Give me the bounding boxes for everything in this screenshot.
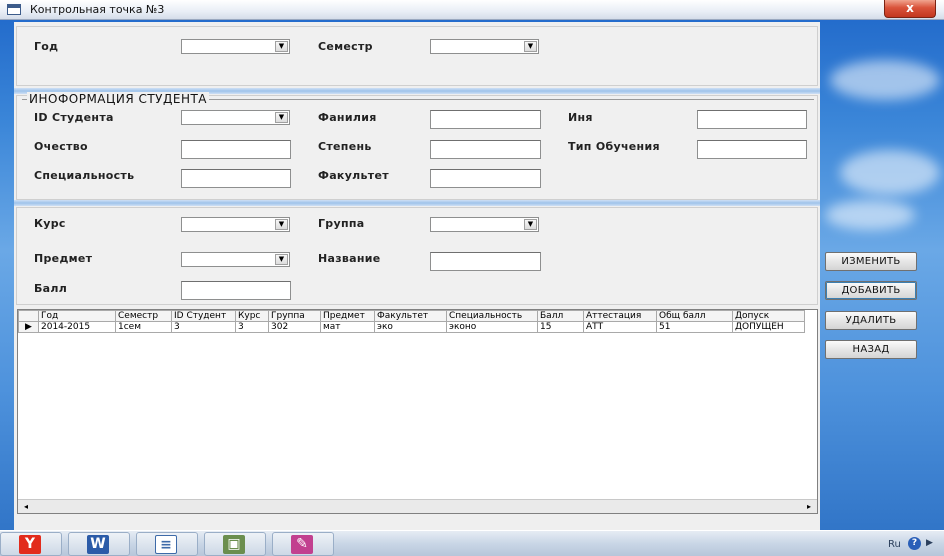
semester-select[interactable]: ▼: [430, 39, 539, 54]
subject-label: Предмет: [34, 252, 93, 265]
column-header[interactable]: Балл: [537, 310, 584, 322]
add-button[interactable]: ДОБАВИТЬ: [825, 281, 917, 300]
specialty-label: Специальность: [34, 169, 135, 182]
column-header[interactable]: Аттестация: [583, 310, 657, 322]
faculty-label: Факультет: [318, 169, 389, 182]
table-cell[interactable]: 1сем: [115, 321, 172, 333]
help-icon[interactable]: ?: [908, 537, 921, 550]
records-table: Год Семестр ID Студент Курс Группа Предм…: [18, 310, 805, 333]
chevron-down-icon[interactable]: ▼: [524, 41, 537, 52]
table-cell[interactable]: 302: [268, 321, 321, 333]
chevron-down-icon[interactable]: ▼: [275, 112, 288, 123]
taskbar-app-document[interactable]: ≡: [136, 532, 198, 556]
window-title: Контрольная точка №3: [30, 3, 165, 16]
taskbar-app-paint[interactable]: ✎: [272, 532, 334, 556]
surname-label: Фанилия: [318, 111, 377, 124]
table-cell[interactable]: 51: [656, 321, 733, 333]
year-select[interactable]: ▼: [181, 39, 290, 54]
taskbar-app-yandex[interactable]: Y: [0, 532, 62, 556]
edit-button[interactable]: ИЗМЕНИТЬ: [825, 252, 917, 271]
patronymic-label: Очество: [34, 140, 88, 153]
column-header[interactable]: Предмет: [320, 310, 375, 322]
sky-cloud: [840, 150, 940, 195]
column-header[interactable]: Год: [38, 310, 116, 322]
surname-field[interactable]: [430, 110, 541, 129]
student-info-legend: ИНОФОРМАЦИЯ СТУДЕНТА: [27, 92, 210, 106]
column-header[interactable]: ID Студент: [171, 310, 236, 322]
window-icon: [7, 4, 21, 15]
paint-icon: ✎: [291, 535, 313, 554]
horizontal-scrollbar[interactable]: ◂ ▸: [18, 499, 817, 513]
study-type-label: Тип Обучения: [568, 140, 660, 153]
window-title-bar[interactable]: Контрольная точка №3 x: [0, 0, 944, 20]
group-frame: [22, 99, 814, 193]
panel-separator: [14, 200, 820, 206]
column-header[interactable]: Факультет: [374, 310, 447, 322]
semester-label: Семестр: [318, 40, 373, 53]
course-select[interactable]: ▼: [181, 217, 290, 232]
subject-select[interactable]: ▼: [181, 252, 290, 267]
year-semester-panel: [16, 26, 818, 86]
student-id-select[interactable]: ▼: [181, 110, 290, 125]
table-cell[interactable]: ДОПУЩЕН: [732, 321, 805, 333]
sky-cloud: [825, 200, 915, 230]
group-label: Группа: [318, 217, 365, 230]
faculty-field[interactable]: [430, 169, 541, 188]
specialty-field[interactable]: [181, 169, 291, 188]
student-id-label: ID Студента: [34, 111, 114, 124]
title-field[interactable]: [430, 252, 541, 271]
table-cell[interactable]: 2014-2015: [38, 321, 116, 333]
close-button[interactable]: x: [884, 0, 936, 18]
study-type-field[interactable]: [697, 140, 807, 159]
language-indicator[interactable]: Ru: [888, 539, 901, 550]
table-row[interactable]: ▶ 2014-2015 1сем 3 3 302 мат эко эконо 1…: [18, 321, 805, 333]
table-cell[interactable]: эконо: [446, 321, 538, 333]
column-header[interactable]: Общ балл: [656, 310, 733, 322]
sky-cloud: [830, 60, 940, 100]
group-select[interactable]: ▼: [430, 217, 539, 232]
score-label: Балл: [34, 282, 68, 295]
taskbar-app-installer[interactable]: ▣: [204, 532, 266, 556]
patronymic-field[interactable]: [181, 140, 291, 159]
chevron-down-icon[interactable]: ▼: [524, 219, 537, 230]
current-row-icon[interactable]: ▶: [18, 321, 39, 333]
name-label: Иня: [568, 111, 593, 124]
table-cell[interactable]: 3: [171, 321, 236, 333]
chevron-down-icon[interactable]: ▼: [275, 219, 288, 230]
word-icon: W: [87, 535, 109, 554]
degree-label: Степень: [318, 140, 372, 153]
table-cell[interactable]: АТТ: [583, 321, 657, 333]
table-cell[interactable]: эко: [374, 321, 447, 333]
name-field[interactable]: [697, 110, 807, 129]
chevron-down-icon[interactable]: ▼: [275, 254, 288, 265]
chevron-down-icon[interactable]: ▼: [275, 41, 288, 52]
table-cell[interactable]: 3: [235, 321, 269, 333]
title-label: Название: [318, 252, 381, 265]
course-panel: [16, 207, 818, 305]
column-header[interactable]: Допуск: [732, 310, 805, 322]
taskbar: Y W ≡ ▣ ✎ Ru ? ▶: [0, 530, 944, 556]
year-label: Год: [34, 40, 59, 53]
scroll-right-icon[interactable]: ▸: [803, 501, 815, 512]
tray-expand-icon[interactable]: ▶: [926, 538, 933, 548]
column-header[interactable]: Группа: [268, 310, 321, 322]
score-field[interactable]: [181, 281, 291, 300]
row-header-corner: [18, 310, 39, 322]
column-header[interactable]: Семестр: [115, 310, 172, 322]
grid-header-row: Год Семестр ID Студент Курс Группа Предм…: [18, 310, 805, 322]
course-label: Курс: [34, 217, 66, 230]
table-cell[interactable]: 15: [537, 321, 584, 333]
installer-icon: ▣: [223, 535, 245, 554]
taskbar-app-word[interactable]: W: [68, 532, 130, 556]
degree-field[interactable]: [430, 140, 541, 159]
yandex-icon: Y: [19, 535, 41, 554]
delete-button[interactable]: УДАЛИТЬ: [825, 311, 917, 330]
table-cell[interactable]: мат: [320, 321, 375, 333]
column-header[interactable]: Специальность: [446, 310, 538, 322]
back-button[interactable]: НАЗАД: [825, 340, 917, 359]
scroll-left-icon[interactable]: ◂: [20, 501, 32, 512]
records-grid[interactable]: Год Семестр ID Студент Курс Группа Предм…: [17, 309, 818, 514]
document-icon: ≡: [155, 535, 177, 554]
column-header[interactable]: Курс: [235, 310, 269, 322]
